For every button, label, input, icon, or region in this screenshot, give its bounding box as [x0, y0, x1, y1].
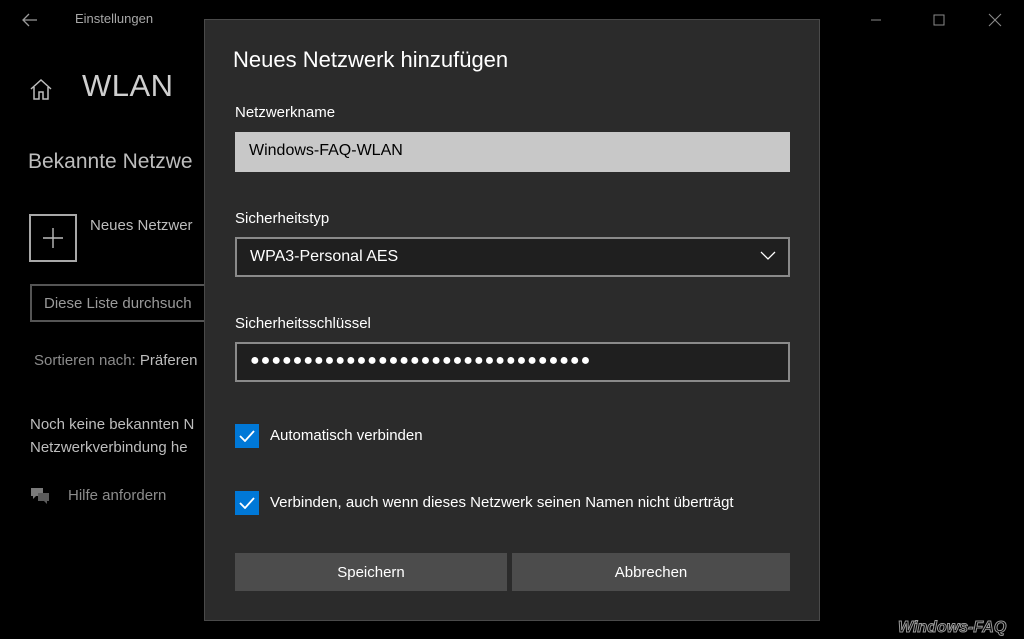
- auto-connect-label[interactable]: Automatisch verbinden: [270, 427, 423, 444]
- back-button[interactable]: [14, 6, 46, 34]
- security-key-label: Sicherheitsschlüssel: [235, 315, 371, 332]
- maximize-icon: [933, 14, 945, 26]
- watermark: Windows-FAQ: [897, 619, 1007, 637]
- security-key-input[interactable]: ●●●●●●●●●●●●●●●●●●●●●●●●●●●●●●●●: [235, 342, 790, 382]
- security-type-label: Sicherheitstyp: [235, 210, 330, 227]
- plus-icon: [43, 228, 63, 248]
- arrow-left-icon: [22, 13, 37, 27]
- home-icon[interactable]: [28, 76, 54, 102]
- add-network-label[interactable]: Neues Netzwer: [90, 217, 193, 234]
- no-networks-message: Noch keine bekannten N Netzwerkverbindun…: [30, 413, 194, 459]
- auto-connect-checkbox[interactable]: [235, 424, 259, 448]
- sort-label: Sortieren nach:: [34, 352, 136, 369]
- sort-dropdown[interactable]: Präferen: [140, 352, 198, 369]
- section-title: Bekannte Netzwe: [28, 150, 193, 173]
- dialog-title: Neues Netzwerk hinzufügen: [233, 47, 509, 72]
- checkmark-icon: [239, 497, 255, 509]
- help-link[interactable]: Hilfe anfordern: [68, 487, 166, 504]
- no-networks-line1: Noch keine bekannten N: [30, 416, 195, 433]
- add-network-button[interactable]: [29, 214, 77, 262]
- security-type-value: WPA3-Personal AES: [250, 248, 399, 265]
- hidden-network-checkbox[interactable]: [235, 491, 259, 515]
- help-chat-icon: [29, 486, 51, 506]
- close-icon: [988, 13, 1002, 27]
- save-button[interactable]: Speichern: [235, 553, 507, 591]
- page-title: WLAN: [82, 68, 174, 103]
- add-network-dialog: Neues Netzwerk hinzufügen Netzwerkname W…: [204, 19, 820, 621]
- minimize-icon: [871, 19, 881, 21]
- chevron-down-icon: [760, 251, 776, 260]
- maximize-button[interactable]: [916, 0, 962, 40]
- network-name-label: Netzwerkname: [235, 104, 336, 121]
- security-type-select[interactable]: WPA3-Personal AES: [235, 237, 790, 277]
- checkmark-icon: [239, 430, 255, 442]
- sort-row: Sortieren nach: Präferen: [34, 352, 197, 369]
- no-networks-line2: Netzwerkverbindung he: [30, 439, 188, 456]
- minimize-button[interactable]: [853, 0, 899, 40]
- cancel-button[interactable]: Abbrechen: [512, 553, 790, 591]
- network-name-input[interactable]: Windows-FAQ-WLAN: [235, 132, 790, 172]
- close-button[interactable]: [972, 0, 1018, 40]
- app-title: Einstellungen: [75, 11, 154, 26]
- hidden-network-label[interactable]: Verbinden, auch wenn dieses Netzwerk sei…: [270, 494, 734, 511]
